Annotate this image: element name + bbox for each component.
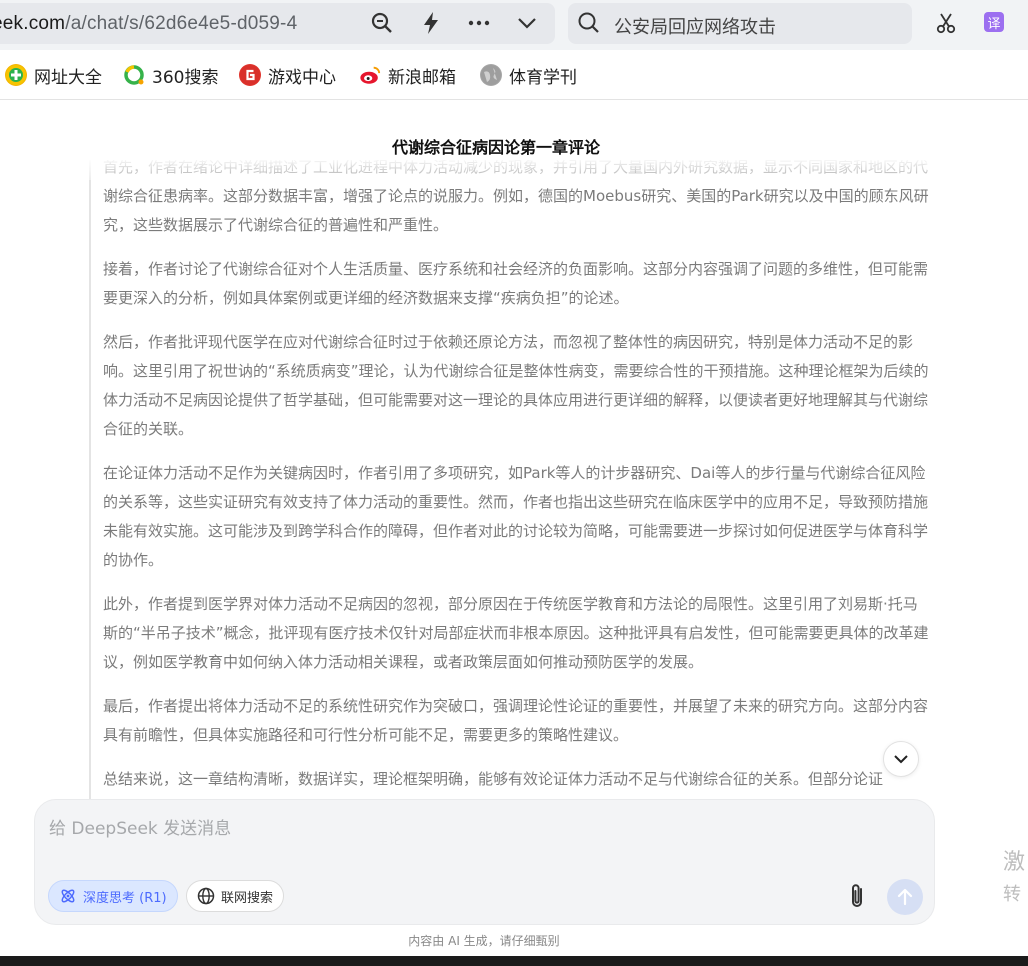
bookmark-label: 体育学刊 bbox=[509, 67, 577, 88]
address-url[interactable]: eek.com/a/chat/s/62d6e4e5-d059-4 bbox=[0, 13, 297, 35]
scroll-to-bottom-button[interactable] bbox=[883, 741, 919, 777]
web-search-label: 联网搜索 bbox=[221, 890, 274, 906]
ai-disclaimer: 内容由 AI 生成，请仔细甄别 bbox=[408, 934, 560, 948]
paragraph: 总结来说，这一章结构清晰，数据详实，理论框架明确，能够有效论证体力活动不足与代谢… bbox=[103, 770, 884, 788]
reasoning-text: 首先，作者在绪论中详细描述了工业化进程中体力活动减少的现象，并引用了大量国内外研… bbox=[103, 160, 929, 800]
side-panel-text: 转 bbox=[1003, 884, 1021, 905]
search-query[interactable]: 公安局回应网络攻击 bbox=[614, 13, 776, 39]
game-center-icon bbox=[239, 64, 261, 86]
deep-think-label: 深度思考 (R1) bbox=[83, 890, 167, 906]
top-fade-overlay bbox=[89, 158, 939, 180]
bookmark-label: 360搜索 bbox=[152, 67, 219, 88]
paragraph: 此外，作者提到医学界对体力活动不足病因的忽视，部分原因在于传统医学教育和方法论的… bbox=[103, 595, 929, 671]
bookmark-item[interactable]: 新浪邮箱 bbox=[359, 63, 456, 88]
browser-toolbar: eek.com/a/chat/s/62d6e4e5-d059-4 公安局回应网络… bbox=[0, 0, 1028, 50]
taskbar bbox=[0, 956, 1028, 966]
globe-icon bbox=[480, 64, 502, 86]
bookmark-label: 游戏中心 bbox=[268, 67, 336, 88]
message-composer: 深度思考 (R1) 联网搜索 bbox=[34, 799, 935, 925]
bookmark-item[interactable]: 游戏中心 bbox=[239, 63, 336, 88]
chevron-down-icon bbox=[894, 755, 908, 764]
url-host: eek.com bbox=[0, 13, 66, 34]
bookmarks-bar: 网址大全 360搜索 游戏中心 新浪邮箱 体育学刊 bbox=[0, 50, 1028, 100]
web-search-button[interactable]: 联网搜索 bbox=[186, 880, 285, 912]
search-icon bbox=[574, 8, 604, 38]
paragraph: 最后，作者提出将体力活动不足的系统性研究作为突破口，强调理论性论证的重要性，并展… bbox=[103, 697, 929, 744]
more-options-icon[interactable] bbox=[464, 8, 494, 38]
send-button[interactable] bbox=[887, 879, 923, 915]
url-path: /a/chat/s/62d6e4e5-d059-4 bbox=[65, 13, 298, 34]
plus-circle-icon bbox=[5, 64, 27, 86]
bookmark-label: 新浪邮箱 bbox=[388, 67, 456, 88]
paragraph: 在论证体力活动不足作为关键病因时，作者引用了多项研究，如Park等人的计步器研究… bbox=[103, 464, 929, 569]
paragraph: 然后，作者批评现代医学在应对代谢综合征时过于依赖还原论方法，而忽视了整体性的病因… bbox=[103, 333, 929, 438]
bookmark-item[interactable]: 360搜索 bbox=[123, 63, 219, 88]
deep-think-button[interactable]: 深度思考 (R1) bbox=[48, 880, 178, 912]
bookmark-label: 网址大全 bbox=[34, 67, 102, 88]
sina-mail-icon bbox=[359, 64, 381, 86]
translate-icon[interactable]: 译 bbox=[984, 12, 1004, 32]
zoom-icon[interactable] bbox=[367, 8, 397, 38]
document-title: 代谢综合征病因论第一章评论 bbox=[391, 138, 600, 157]
chevron-down-icon[interactable] bbox=[512, 8, 542, 38]
bookmark-item[interactable]: 体育学刊 bbox=[480, 63, 577, 88]
search-box[interactable]: 公安局回应网络攻击 bbox=[568, 3, 912, 44]
360-search-icon bbox=[123, 64, 145, 86]
lightning-icon[interactable] bbox=[416, 8, 446, 38]
reasoning-content: 首先，作者在绪论中详细描述了工业化进程中体力活动减少的现象，并引用了大量国内外研… bbox=[89, 160, 939, 800]
atom-icon bbox=[61, 889, 75, 903]
globe-icon bbox=[197, 887, 215, 905]
message-input[interactable] bbox=[49, 814, 909, 844]
arrow-up-icon bbox=[897, 888, 913, 906]
bookmark-item[interactable]: 网址大全 bbox=[5, 63, 102, 88]
side-panel-text: 激 bbox=[1003, 850, 1026, 875]
paragraph: 接着，作者讨论了代谢综合征对个人生活质量、医疗系统和社会经济的负面影响。这部分内… bbox=[103, 260, 929, 307]
attach-icon[interactable] bbox=[845, 880, 869, 912]
scissors-icon[interactable] bbox=[931, 8, 961, 38]
